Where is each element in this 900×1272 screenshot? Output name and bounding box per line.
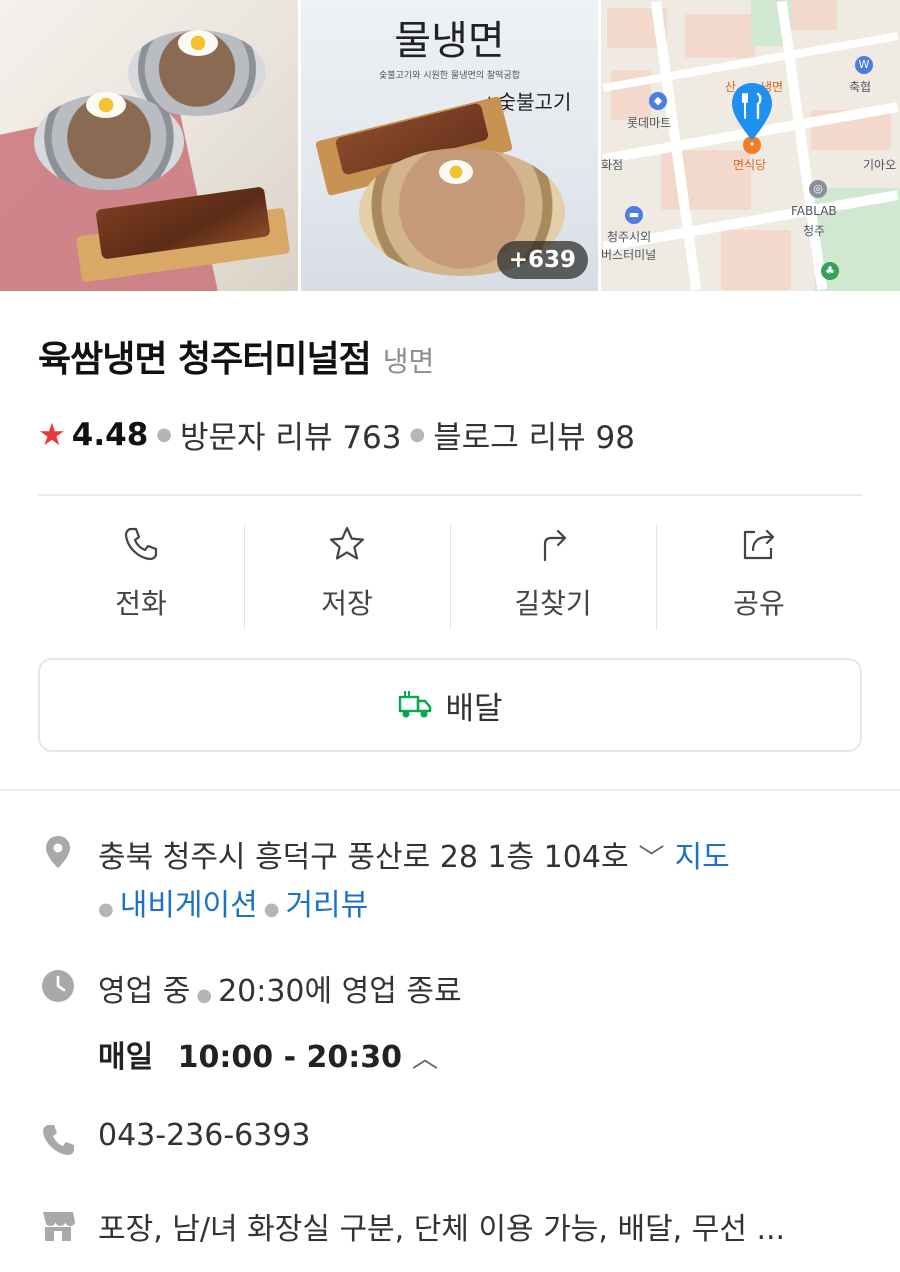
egg-garnish xyxy=(86,92,126,118)
delivery-truck-icon xyxy=(399,691,432,718)
more-photos-badge[interactable]: +639 xyxy=(496,241,588,279)
egg-garnish xyxy=(439,160,473,184)
navigation-link[interactable]: 내비게이션 xyxy=(120,888,258,923)
map-label: 청주시외 xyxy=(607,230,652,244)
directions-icon xyxy=(543,529,567,562)
share-icon xyxy=(743,529,775,560)
map-block xyxy=(685,14,755,58)
map-label: 축협 xyxy=(849,80,872,94)
hours-day-label: 매일 xyxy=(98,1040,154,1075)
mart-poi-icon: ◆ xyxy=(649,92,667,110)
separator-dot: ● xyxy=(263,899,280,920)
section-divider xyxy=(0,789,900,791)
address-text: 충북 청주시 흥덕구 풍산로 28 1층 104호 xyxy=(98,840,629,875)
phone-icon xyxy=(124,527,158,561)
place-category: 냉면 xyxy=(382,345,435,378)
delivery-button[interactable]: 배달 xyxy=(38,658,862,752)
directions-button[interactable]: 길찾기 xyxy=(450,520,656,632)
phone-number[interactable]: 043-236-6393 xyxy=(98,1118,311,1153)
map-label: 롯데마트 xyxy=(627,116,672,130)
action-label: 전화 xyxy=(115,587,167,620)
map-link[interactable]: 지도 xyxy=(675,840,730,875)
address-row: 충북 청주시 흥덕구 풍산로 28 1층 104호 ﹀ 지도 xyxy=(98,832,730,876)
phone-icon xyxy=(43,1125,74,1155)
park-poi-icon: ♣ xyxy=(821,262,839,280)
map-block xyxy=(721,230,791,290)
chevron-up-icon[interactable]: ︿ xyxy=(412,1038,438,1075)
map-label: 버스터미널 xyxy=(601,248,657,262)
map-label: 면식당 xyxy=(733,158,767,172)
location-pin-icon xyxy=(46,836,70,868)
address-links-row: ● 내비게이션 ● 거리뷰 xyxy=(98,880,368,924)
open-status: 영업 중 xyxy=(98,974,191,1009)
photo-strip[interactable]: 물냉면 숯불고기와 시원한 물냉면의 찰떡궁합 +숯불고기 +639 W 축협 … xyxy=(0,0,900,291)
action-label: 공유 xyxy=(733,587,785,620)
hours-row[interactable]: 영업 중 ● 20:30에 영업 종료 xyxy=(98,966,462,1010)
chevron-down-icon[interactable]: ﹀ xyxy=(639,838,665,875)
separator-dot: ● xyxy=(409,424,426,445)
map-label: 화점 xyxy=(601,158,624,172)
rating-row: ★ 4.48 ● 방문자 리뷰 763 ● 블로그 리뷰 98 xyxy=(38,412,635,457)
map-label: 청주 xyxy=(803,224,826,238)
hours-range: 10:00 - 20:30 xyxy=(177,1040,402,1075)
divider xyxy=(38,494,862,496)
bus-terminal-poi-icon: ▬ xyxy=(625,206,643,224)
save-button[interactable]: 저장 xyxy=(244,520,450,632)
map-thumbnail[interactable]: W 축협 ◆ 롯데마트 화점 산 냉면 • 면식당 기아오 ◎ FABLAB 청… xyxy=(601,0,900,291)
amenities-text[interactable]: 포장, 남/녀 화장실 구분, 단체 이용 가능, 배달, 무선 ... xyxy=(98,1204,785,1248)
photo-food-2[interactable]: 물냉면 숯불고기와 시원한 물냉면의 찰떡궁합 +숯불고기 +639 xyxy=(301,0,598,291)
hours-detail-row[interactable]: 매일 10:00 - 20:30 ︿ xyxy=(98,1032,448,1076)
visitor-reviews-link[interactable]: 방문자 리뷰 763 xyxy=(180,412,401,457)
separator-dot: ● xyxy=(98,899,114,920)
photo-subtitle-text: 숯불고기와 시원한 물냉면의 찰떡궁합 xyxy=(378,71,521,81)
blog-reviews-link[interactable]: 블로그 리뷰 98 xyxy=(433,412,635,457)
call-button[interactable]: 전화 xyxy=(38,520,244,632)
share-button[interactable]: 공유 xyxy=(656,520,862,632)
star-icon xyxy=(329,526,365,560)
photo-food-1[interactable] xyxy=(0,0,298,291)
action-bar: 전화 저장 길찾기 공유 xyxy=(38,520,862,632)
place-title: 육쌈냉면 청주터미널점 xyxy=(38,339,372,380)
separator-dot: ● xyxy=(156,424,173,445)
star-rating-icon: ★ xyxy=(38,416,66,453)
egg-garnish xyxy=(178,30,218,56)
bank-poi-icon: W xyxy=(855,56,873,74)
closing-time: 20:30에 영업 종료 xyxy=(218,974,462,1009)
rating-score: 4.48 xyxy=(71,416,149,453)
place-header: 육쌈냉면 청주터미널점 냉면 xyxy=(38,330,434,382)
store-icon xyxy=(43,1212,75,1241)
separator-dot: ● xyxy=(196,985,213,1006)
building-poi-icon: ◎ xyxy=(809,180,827,198)
delivery-label: 배달 xyxy=(445,690,503,727)
action-label: 저장 xyxy=(321,587,373,620)
action-label: 길찾기 xyxy=(514,587,592,620)
street-view-link[interactable]: 거리뷰 xyxy=(285,888,368,923)
clock-icon xyxy=(42,970,74,1002)
photo-title-text: 물냉면 xyxy=(394,18,505,64)
map-label: FABLAB xyxy=(791,204,837,218)
map-pin-icon xyxy=(732,83,772,140)
map-label: 기아오 xyxy=(863,158,897,172)
